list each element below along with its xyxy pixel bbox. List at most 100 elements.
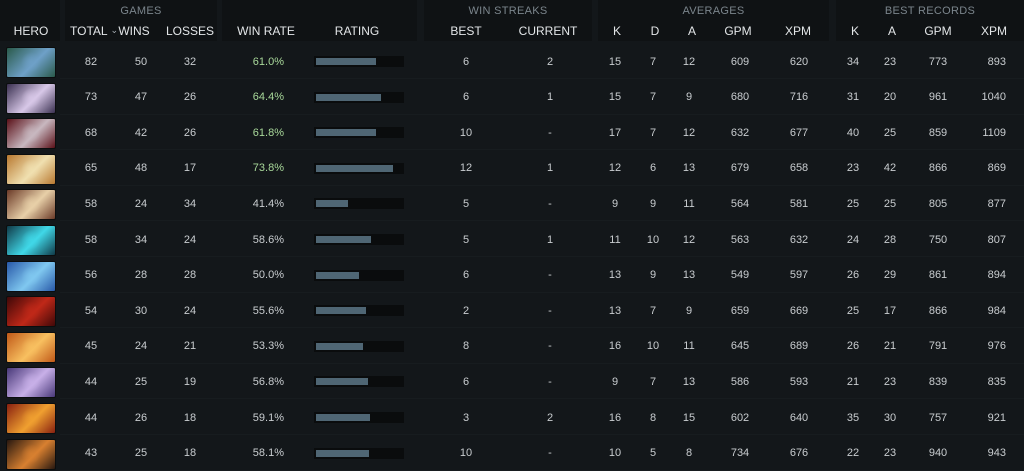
best-kills-cell: 25 (846, 197, 860, 210)
table-row[interactable]: 44 26 18 59.1% 3 2 16 8 15 602 640 35 30 757 921 (0, 400, 1024, 435)
best-assists-cell: 21 (883, 340, 897, 353)
avg-deaths-cell: 10 (646, 340, 660, 353)
best-streak-cell: 6 (462, 55, 470, 68)
current-streak-cell: - (548, 269, 552, 282)
win-rate-cell: 58.6% (252, 233, 284, 246)
best-xpm-cell: 1109 (982, 126, 1006, 139)
wins-cell: 48 (134, 162, 148, 175)
current-streak-cell: 1 (546, 91, 554, 104)
hero-portrait[interactable] (6, 403, 56, 434)
best-kills-cell: 35 (846, 411, 860, 424)
hero-portrait[interactable] (6, 438, 56, 470)
column-header-best-streak[interactable]: BEST (450, 24, 481, 38)
column-header-hero[interactable]: HERO (14, 24, 49, 38)
wins-cell: 24 (134, 340, 148, 353)
hero-portrait[interactable] (6, 153, 56, 185)
avg-assists-cell: 9 (685, 304, 693, 317)
hero-portrait[interactable] (6, 118, 56, 150)
hero-portrait[interactable] (6, 189, 56, 221)
table-row[interactable]: 82 50 32 61.0% 6 2 15 7 12 609 620 34 23 773 893 (0, 44, 1024, 79)
hero-portrait[interactable] (6, 225, 56, 256)
win-rate-cell: 58.1% (252, 447, 284, 460)
avg-gpm-cell: 680 (730, 91, 750, 104)
losses-cell: 21 (183, 340, 197, 353)
best-xpm-cell: 894 (987, 269, 1006, 282)
losses-cell: 19 (183, 375, 197, 388)
current-streak-cell: 1 (546, 162, 554, 175)
best-streak-cell: 10 (459, 126, 473, 139)
best-gpm-cell: 791 (928, 340, 948, 353)
column-header-avg-xpm[interactable]: XPM (785, 24, 811, 38)
avg-xpm-cell: 669 (789, 304, 809, 317)
win-rate-cell: 50.0% (252, 269, 284, 282)
rating-bar-fill (316, 342, 363, 350)
avg-deaths-cell: 7 (649, 91, 657, 104)
hero-portrait[interactable] (6, 331, 56, 363)
column-header-total[interactable]: TOTAL ⌄ (70, 24, 118, 38)
table-row[interactable]: 68 42 26 61.8% 10 - 17 7 12 632 677 40 25 859 1109 (0, 115, 1024, 151)
table-row[interactable]: 43 25 18 58.1% 10 - 10 5 8 734 676 22 23 940 943 (0, 436, 1024, 471)
avg-deaths-cell: 7 (649, 375, 657, 388)
column-header-wins[interactable]: WINS (118, 24, 149, 38)
column-header-avg-gpm[interactable]: GPM (724, 24, 751, 38)
table-row[interactable]: 65 48 17 73.8% 12 1 12 6 13 679 658 23 42 866 869 (0, 151, 1024, 186)
avg-deaths-cell: 7 (649, 55, 657, 68)
rating-bar (314, 198, 404, 210)
hero-portrait[interactable] (6, 296, 56, 328)
hero-portrait[interactable] (6, 367, 56, 399)
rating-bar (314, 56, 404, 67)
best-xpm-cell: 807 (987, 233, 1006, 246)
best-gpm-cell: 805 (928, 197, 948, 210)
avg-assists-cell: 12 (682, 233, 696, 246)
best-gpm-cell: 866 (928, 304, 948, 317)
hero-portrait[interactable] (6, 47, 56, 78)
avg-kills-cell: 13 (608, 304, 622, 317)
losses-cell: 17 (183, 162, 197, 175)
best-streak-cell: 6 (462, 269, 470, 282)
column-header-avg-kills[interactable]: K (613, 24, 621, 38)
avg-gpm-cell: 549 (730, 269, 750, 282)
wins-cell: 42 (134, 126, 148, 139)
averages-group-label: AVERAGES (682, 5, 745, 17)
column-header-best-xpm[interactable]: XPM (981, 24, 1007, 38)
hero-portrait[interactable] (6, 82, 56, 114)
column-header-best-gpm[interactable]: GPM (924, 24, 951, 38)
table-row[interactable]: 44 25 19 56.8% 6 - 9 7 13 586 593 21 23 839 835 (0, 364, 1024, 400)
avg-kills-cell: 17 (608, 126, 622, 139)
avg-gpm-cell: 563 (730, 233, 750, 246)
table-row[interactable]: 56 28 28 50.0% 6 - 13 9 13 549 597 26 29 861 894 (0, 258, 1024, 293)
best-assists-cell: 20 (883, 91, 897, 104)
column-header-best-kills[interactable]: K (851, 24, 859, 38)
table-row[interactable]: 54 30 24 55.6% 2 - 13 7 9 659 669 25 17 866 984 (0, 293, 1024, 329)
column-header-current-streak[interactable]: CURRENT (519, 24, 578, 38)
column-header-best-assists[interactable]: A (888, 24, 896, 38)
table-row[interactable]: 73 47 26 64.4% 6 1 15 7 9 680 716 31 20 961 1040 (0, 80, 1024, 115)
total-cell: 45 (84, 340, 98, 353)
rating-bar (314, 91, 404, 103)
rating-bar (314, 234, 404, 245)
avg-xpm-cell: 632 (789, 233, 809, 246)
rating-bar-fill (316, 129, 376, 137)
rating-bar-fill (316, 271, 359, 279)
total-cell: 56 (84, 269, 98, 282)
rating-bar-fill (316, 200, 348, 208)
losses-cell: 24 (183, 233, 197, 246)
table-row[interactable]: 45 24 21 53.3% 8 - 16 10 11 645 689 26 21 791 976 (0, 329, 1024, 364)
column-header-losses[interactable]: LOSSES (166, 24, 214, 38)
losses-cell: 32 (183, 55, 197, 68)
win-rate-cell: 53.3% (252, 340, 284, 353)
avg-kills-cell: 9 (611, 375, 619, 388)
table-row[interactable]: 58 24 34 41.4% 5 - 9 9 11 564 581 25 25 805 877 (0, 186, 1024, 222)
avg-deaths-cell: 7 (649, 304, 657, 317)
avg-assists-cell: 8 (685, 447, 693, 460)
hero-portrait[interactable] (6, 260, 56, 292)
best-gpm-cell: 866 (928, 162, 948, 175)
column-header-avg-assists[interactable]: A (688, 24, 696, 38)
best-assists-cell: 23 (883, 55, 897, 68)
table-row[interactable]: 58 34 24 58.6% 5 1 11 10 12 563 632 24 28 750 807 (0, 222, 1024, 257)
column-header-rating[interactable]: RATING (335, 24, 379, 38)
avg-gpm-cell: 679 (730, 162, 750, 175)
avg-deaths-cell: 10 (646, 233, 660, 246)
column-header-avg-deaths[interactable]: D (651, 24, 660, 38)
column-header-win-rate[interactable]: WIN RATE (237, 24, 295, 38)
